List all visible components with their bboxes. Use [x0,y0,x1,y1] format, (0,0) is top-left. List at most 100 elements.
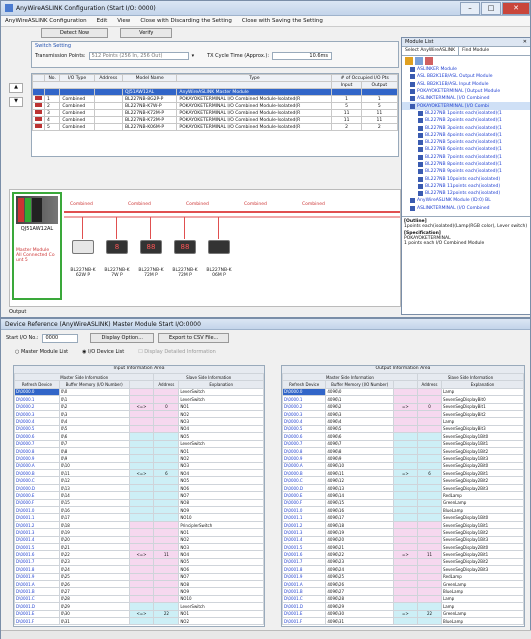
table-row[interactable]: D\0000.9 4096\9 SevenSegDisplay1Bit3 [282,454,524,463]
table-row[interactable]: D\0001.8 4096\24 SevenSegDisplay2Bit3 [282,565,524,574]
move-up-button[interactable]: ▲ [9,83,23,93]
tree-item[interactable]: ASL BB2K1EB/ASL Input Module [402,81,530,88]
table-row[interactable]: D\0001.4 0\20 NO2 [14,535,264,545]
table-row[interactable]: D\0001.C 4096\28 Lamp [282,594,524,604]
table-row[interactable]: D\0001.4 4096\20 SevenSegDisplay1Bit3 [282,535,524,545]
table-row[interactable]: 1 Combined BL227NB-8G2P-P POKAYOKETERMINAL … [32,95,398,103]
display-option-button[interactable]: Display Option... [90,333,154,343]
tab-find-module[interactable]: Find Module [459,47,492,55]
start-io-select[interactable]: 0000 [42,333,79,343]
table-row[interactable]: D\0001.E 4096\30 => 22 GreenLamp [282,609,524,618]
tree-item[interactable]: POKAYOKETERMINAL [Output Module [402,88,530,95]
table-row[interactable]: D\0000.5 4096\5 SevenSegDisplayBit3 [282,424,524,434]
tree-item[interactable]: ASLINKTERMINAL (I/O Combined [402,205,530,212]
table-row[interactable]: D\0001.2 0\18 PrinciplerSwitch [14,520,264,530]
table-row[interactable]: D\0000.8 0\8 NO1 [14,446,264,456]
table-row[interactable]: D\0000.7 4096\7 SevenSegDisplay1Bit1 [282,439,524,448]
table-row[interactable]: D\0001.8 0\24 NO6 [14,565,264,574]
table-row[interactable]: D\0001.F 4096\31 BlueLamp [282,616,524,626]
table-row[interactable]: D\0001.A 4096\26 GreenLamp [282,579,524,589]
tree-item[interactable]: BL227NB 3points each(isolated)(1 [402,124,530,131]
table-row[interactable]: D\0001.9 0\25 NO7 [14,572,264,581]
tree-item[interactable]: ASLINKTERMINAL [I/O Combined [402,95,530,102]
chevron-down-icon[interactable]: ▾ [192,53,195,59]
table-row[interactable]: D\0001.1 0\17 NO10 [14,513,264,522]
table-row[interactable]: D\0000.6 4096\6 SevenSegDisplay1Bit0 [282,432,524,441]
table-row[interactable]: D\0000.E 4096\14 RedLamp [282,491,524,500]
tree-item[interactable]: ASLINKER Module [402,66,530,73]
sort-icon[interactable] [415,57,423,65]
table-row[interactable]: D\0000.8 4096\8 SevenSegDisplay1Bit2 [282,446,524,456]
table-row[interactable]: D\0001.1 4096\17 SevenSegDisplay1Bit0 [282,513,524,522]
table-row[interactable]: D\0001.F 0\31 NO2 [14,616,264,626]
table-row[interactable]: D\0001.B 4096\27 BlueLamp [282,587,524,596]
table-row[interactable]: D\0001.A 0\26 NO8 [14,579,264,589]
table-row[interactable]: D\0001.6 0\22 <=> 11 NO4 [14,550,264,559]
radio-io-list[interactable]: ◉ I/O Device List [82,349,124,355]
table-row[interactable]: D\0000.7 0\7 LeverSwitch [14,439,264,448]
table-row[interactable]: D\0000.F 0\15 NO8 [14,498,264,508]
tree-item[interactable]: BL227NB 11points each(isolated) [402,183,530,190]
tree-item[interactable]: AnyWireASLINK Module (ID:0) BL [402,197,530,204]
table-row[interactable]: 3 Combined BL227NB-K72M-P POKAYOKETERMINAL … [32,109,398,117]
table-row[interactable]: D\0001.E 0\30 <=> 22 NO1 [14,609,264,618]
table-row[interactable]: D\0000.A 0\10 NO3 [14,461,264,471]
slave-device-node[interactable]: 8 [106,240,128,254]
table-row[interactable]: 2 Combined BL227NB-K7W-P POKAYOKETERMINAL I… [32,102,398,110]
table-row[interactable]: D\0000.4 4096\4 Lamp [282,417,524,426]
detect-now-button[interactable]: Detect Now [41,28,109,38]
minimize-button[interactable]: – [460,1,480,15]
table-row[interactable]: D\0001.2 4096\18 SevenSegDisplay1Bit1 [282,520,524,530]
table-row[interactable]: D\0000.5 0\5 NO4 [14,424,264,434]
move-down-button[interactable]: ▼ [9,97,23,107]
verify-button[interactable]: Verify [120,28,173,38]
export-csv-button[interactable]: Export to CSV File... [157,333,230,343]
table-row[interactable]: D\0001.3 0\19 NO1 [14,528,264,537]
tab-select-aslink[interactable]: Select AnyWireASLINK [402,47,460,55]
slave-device-node[interactable] [208,240,230,254]
detail-checkbox[interactable]: ☐ Display Detailed Information [138,349,216,355]
table-row[interactable]: D\0000.6 0\6 NO5 [14,432,264,441]
menu-item-close-discard[interactable]: Close with Discarding the Setting [140,18,232,24]
table-row[interactable]: D\0000.F 4096\15 GreenLamp [282,498,524,508]
tree-item[interactable]: BL227NB 5points each(isolated)(1 [402,139,530,146]
tree-item[interactable]: ASL BB2K1EB/ASL Output Module [402,73,530,80]
table-row[interactable]: D\0001.D 4096\29 Lamp [282,602,524,611]
table-row[interactable]: D\0000.C 0\12 NO5 [14,476,264,485]
table-row[interactable]: D\0001.C 0\28 NO10 [14,594,264,604]
table-row[interactable]: D\0001.0 4096\16 BlueLamp [282,506,524,515]
table-row[interactable]: D\0001.5 4096\21 SevenSegDisplay2Bit0 [282,542,524,552]
slave-device-node[interactable]: 88 [140,240,162,254]
table-row[interactable]: D\0000.2 0\2 <=> 0 NO1 [14,402,264,411]
table-row[interactable]: D\0000.9 0\9 NO2 [14,454,264,463]
radio-master-list[interactable]: ○ Master Module List [15,349,68,355]
table-row[interactable]: D\0001.9 4096\25 RedLamp [282,572,524,581]
table-row[interactable]: D\0000.3 0\3 NO2 [14,409,264,419]
slave-device-node[interactable] [72,240,94,254]
table-row[interactable]: D\0000.1 4096\1 SevenSegDisplayBit0 [282,395,524,404]
table-row[interactable]: D\0000.3 4096\3 SevenSegDisplayBit2 [282,409,524,419]
table-row[interactable]: 4 Combined BL227NB-K72M-P POKAYOKETERMINAL … [32,116,398,124]
tree-item[interactable]: BL227NB 12points each(isolated) [402,190,530,197]
table-row[interactable]: D\0001.3 4096\19 SevenSegDisplay1Bit2 [282,528,524,537]
filter-icon[interactable] [425,57,433,65]
table-row[interactable]: D\0001.0 0\16 NO9 [14,506,264,515]
menu-item-view[interactable]: View [117,18,130,24]
close-button[interactable]: ✕ [502,1,530,15]
table-row[interactable]: D\0000.0 4096\0 Lamp [282,387,524,397]
table-row[interactable]: D\0001.B 0\27 NO9 [14,587,264,596]
transmission-points-select[interactable]: 512 Points (256 In, 256 Out) [88,52,189,60]
table-row[interactable]: D\0000.E 0\14 NO7 [14,491,264,500]
tree-item[interactable]: POKAYOKETERMINAL [I/O Combi [402,102,530,110]
menu-item-edit[interactable]: Edit [97,18,108,24]
tree-item[interactable]: BL227NB 8points each(isolated)(1 [402,161,530,168]
tree-item[interactable]: BL227NB 6points each(isolated)(1 [402,146,530,153]
maximize-button[interactable]: □ [481,1,501,15]
tree-item[interactable]: BL227NB 4points each(isolated)(1 [402,132,530,139]
table-row[interactable]: D\0001.5 0\21 NO3 [14,542,264,552]
table-row[interactable]: D\0001.D 0\29 LeverSwitch [14,602,264,611]
tree-item[interactable]: BL227NB 1points each(isolated)(1 [402,110,530,117]
table-row[interactable]: D\0000.B 0\11 <=> 6 NO4 [14,469,264,478]
horizontal-scrollbar[interactable] [1,630,531,639]
tree-item[interactable]: BL227NB 9points each(isolated)(1 [402,168,530,175]
